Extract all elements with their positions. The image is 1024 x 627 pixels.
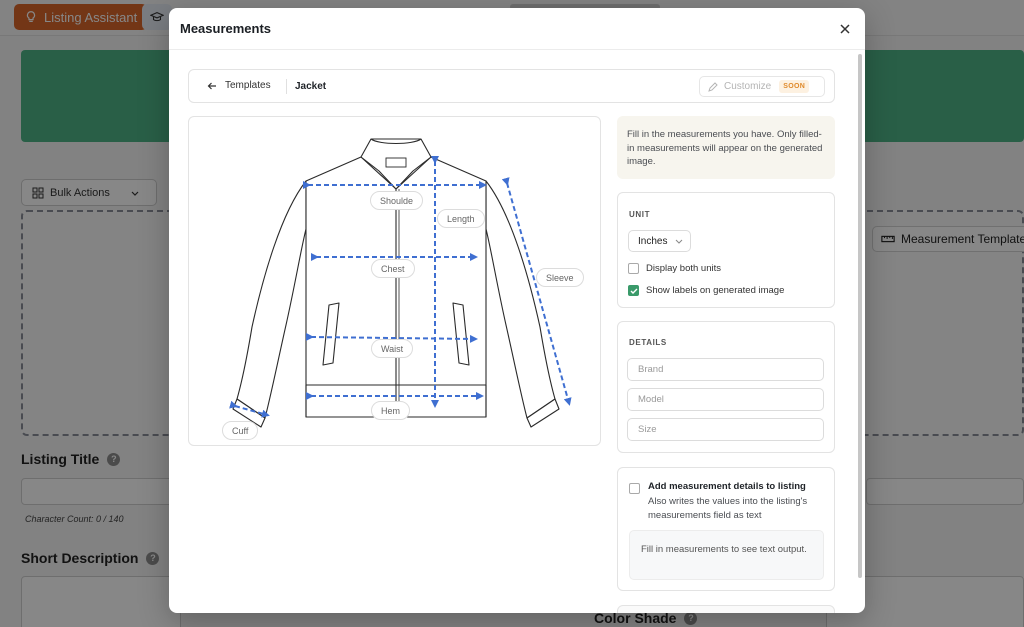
add-details-title: Add measurement details to listing: [648, 481, 806, 492]
add-details-description: Also writes the values into the listing'…: [648, 496, 808, 521]
waist-label: Waist: [371, 339, 414, 358]
current-template: Jacket: [295, 81, 327, 92]
unit-card: UNIT Inches Display both units Show labe…: [617, 192, 835, 308]
model-field[interactable]: [627, 388, 824, 411]
next-section-card: [617, 605, 835, 613]
divider: [286, 79, 287, 94]
display-both-units-row[interactable]: Display both units: [628, 263, 721, 274]
text-output-preview: Fill in measurements to see text output.: [629, 530, 824, 580]
sleeve-label: Sleeve: [536, 268, 584, 287]
add-details-card: Add measurement details to listing Also …: [617, 467, 835, 591]
show-labels-label: Show labels on generated image: [646, 285, 785, 296]
close-icon: [840, 24, 850, 34]
customize-button[interactable]: Customize SOON: [699, 76, 825, 97]
display-both-units-label: Display both units: [646, 263, 721, 274]
show-labels-checkbox[interactable]: [628, 285, 639, 296]
details-section-label: DETAILS: [629, 338, 667, 347]
unit-selected-value: Inches: [638, 235, 668, 247]
size-field[interactable]: [627, 418, 824, 441]
modal-header: Measurements: [169, 8, 865, 50]
check-icon: [630, 288, 637, 294]
unit-section-label: UNIT: [629, 210, 651, 219]
hem-label: Hem: [371, 401, 411, 420]
back-to-templates-button[interactable]: Templates: [207, 80, 271, 91]
length-label: Length: [437, 209, 485, 228]
measurements-modal: Measurements Templates Jacket Customize …: [169, 8, 865, 613]
chest-label: Chest: [371, 259, 415, 278]
unit-select[interactable]: Inches: [628, 230, 691, 252]
jacket-diagram-card: Shoulde Length Sleeve Chest Waist Hem Cu…: [188, 116, 601, 446]
chevron-down-icon: [676, 239, 683, 244]
display-both-units-checkbox[interactable]: [628, 263, 639, 274]
back-label: Templates: [225, 80, 271, 91]
details-card: DETAILS: [617, 321, 835, 453]
pencil-icon: [708, 81, 718, 92]
show-labels-row[interactable]: Show labels on generated image: [628, 285, 784, 296]
arrow-left-icon: [207, 82, 216, 89]
brand-field[interactable]: [627, 358, 824, 381]
scrollbar[interactable]: [858, 54, 862, 578]
modal-title: Measurements: [180, 21, 272, 36]
close-button[interactable]: [837, 21, 853, 37]
shoulder-label: Shoulde: [370, 191, 424, 210]
customize-label: Customize: [724, 81, 772, 92]
instructions-note: Fill in the measurements you have. Only …: [617, 116, 835, 179]
add-details-checkbox[interactable]: [629, 483, 640, 494]
soon-badge: SOON: [779, 80, 810, 93]
template-navbar: Templates Jacket Customize SOON: [188, 69, 835, 103]
cuff-label: Cuff: [222, 421, 259, 440]
